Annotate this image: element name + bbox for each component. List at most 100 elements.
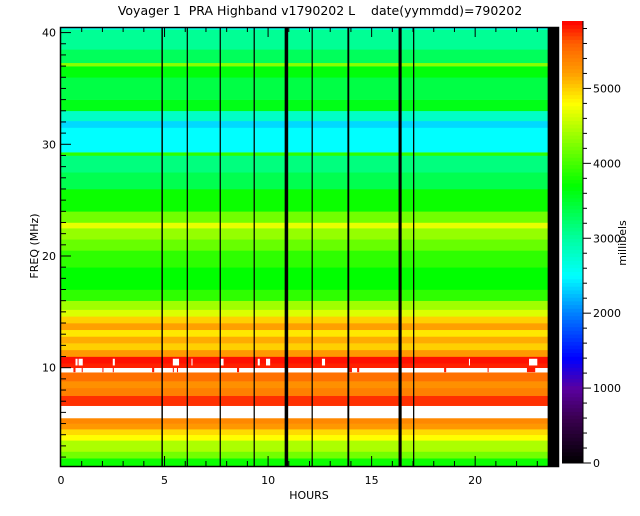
colorbar-segment	[562, 68, 583, 74]
colorbar-segment	[562, 168, 583, 173]
colorbar-segment	[562, 102, 583, 107]
colorbar-segment	[562, 135, 583, 140]
colorbar-segment	[562, 142, 583, 147]
data-gap	[161, 27, 163, 466]
colorbar-segment	[562, 300, 583, 306]
data-gap	[253, 27, 255, 466]
y-axis-label: FREQ (MHz)	[28, 213, 41, 278]
colorbar-segment	[562, 149, 583, 155]
colorbar-segment	[562, 208, 583, 214]
colorbar-segment	[562, 249, 583, 254]
colorbar-segment	[562, 227, 583, 232]
colorbar-segment	[562, 433, 583, 438]
colorbar-segment	[562, 370, 583, 376]
colorbar-segment	[562, 172, 583, 177]
colorbar-segment	[562, 426, 583, 431]
colorbar-segment	[562, 245, 583, 250]
frequency-band	[61, 451, 558, 459]
colorbar-segment	[562, 378, 583, 383]
frequency-band	[61, 267, 558, 290]
colorbar-segment	[562, 359, 583, 365]
frequency-band	[61, 372, 558, 382]
frequency-band	[61, 110, 558, 122]
frequency-band	[61, 417, 558, 424]
colorbar-segment	[562, 21, 583, 26]
colorbar: 010002000300040005000	[562, 21, 621, 470]
colorbar-tick-label: 2000	[593, 307, 621, 320]
colorbar-segment	[562, 116, 583, 121]
white-fleck	[172, 358, 180, 366]
colorbar-segment	[562, 293, 583, 298]
white-fleck	[468, 358, 470, 366]
colorbar-segment	[562, 440, 583, 446]
colorbar-segment	[562, 356, 583, 361]
x-tick-label: 10	[261, 474, 275, 487]
colorbar-segment	[562, 451, 583, 457]
colorbar-segment	[562, 87, 583, 92]
red-break	[237, 367, 240, 373]
colorbar-tick-label: 5000	[593, 82, 621, 95]
colorbar-segment	[562, 65, 583, 70]
frequency-band	[61, 188, 558, 212]
colorbar-segment	[562, 157, 583, 162]
x-tick-label: 5	[161, 474, 168, 487]
frequency-band	[61, 323, 558, 331]
colorbar-segment	[562, 396, 583, 401]
colorbar-segment	[562, 90, 583, 96]
colorbar-segment	[562, 194, 583, 199]
colorbar-segment	[562, 43, 583, 48]
colorbar-segment	[562, 24, 583, 29]
frequency-band	[61, 77, 558, 100]
colorbar-segment	[562, 98, 583, 103]
colorbar-segment	[562, 415, 583, 420]
colorbar-segment	[562, 164, 583, 169]
frequency-band	[61, 152, 558, 156]
colorbar-segment	[562, 253, 583, 258]
red-break	[73, 367, 76, 373]
frequency-band	[61, 405, 558, 419]
colorbar-segment	[562, 282, 583, 287]
colorbar-segment	[562, 455, 583, 460]
chart-title: Voyager 1 PRA Highband v1790202 L date(y…	[118, 3, 522, 18]
frequency-band	[61, 395, 558, 406]
colorbar-segment	[562, 418, 583, 423]
colorbar-segment	[562, 286, 583, 291]
colorbar-segment	[562, 197, 583, 202]
y-tick-label: 30	[42, 138, 56, 151]
x-axis-label: HOURS	[289, 489, 329, 502]
frequency-band	[61, 49, 558, 64]
red-break	[176, 367, 179, 373]
colorbar-segment	[562, 341, 583, 346]
colorbar-segment	[562, 50, 583, 55]
colorbar-segment	[562, 297, 583, 302]
frequency-band	[61, 62, 558, 67]
colorbar-tick-label: 4000	[593, 157, 621, 170]
red-break	[152, 367, 155, 373]
colorbar-segment	[562, 275, 583, 280]
colorbar-segment	[562, 337, 583, 342]
colorbar-segment	[562, 61, 583, 66]
colorbar-segment	[562, 393, 583, 398]
red-break	[112, 367, 114, 373]
white-fleck	[220, 358, 224, 366]
colorbar-segment	[562, 352, 583, 357]
data-gap	[219, 27, 221, 466]
colorbar-segment	[562, 179, 583, 184]
colorbar-segment	[562, 105, 583, 110]
frequency-band	[61, 29, 558, 50]
colorbar-segment	[562, 315, 583, 320]
y-tick-label: 40	[42, 27, 56, 40]
colorbar-segment	[562, 437, 583, 442]
x-tick-label: 20	[468, 474, 482, 487]
colorbar-segment	[562, 289, 583, 295]
frequency-band	[61, 356, 558, 364]
colorbar-segment	[562, 83, 583, 88]
colorbar-segment	[562, 230, 583, 236]
colorbar-segment	[562, 459, 583, 464]
colorbar-segment	[562, 238, 583, 243]
colorbar-segment	[562, 39, 583, 44]
data-gap	[398, 27, 402, 466]
colorbar-segment	[562, 385, 583, 390]
colorbar-segment	[562, 131, 583, 136]
colorbar-segment	[562, 190, 583, 195]
